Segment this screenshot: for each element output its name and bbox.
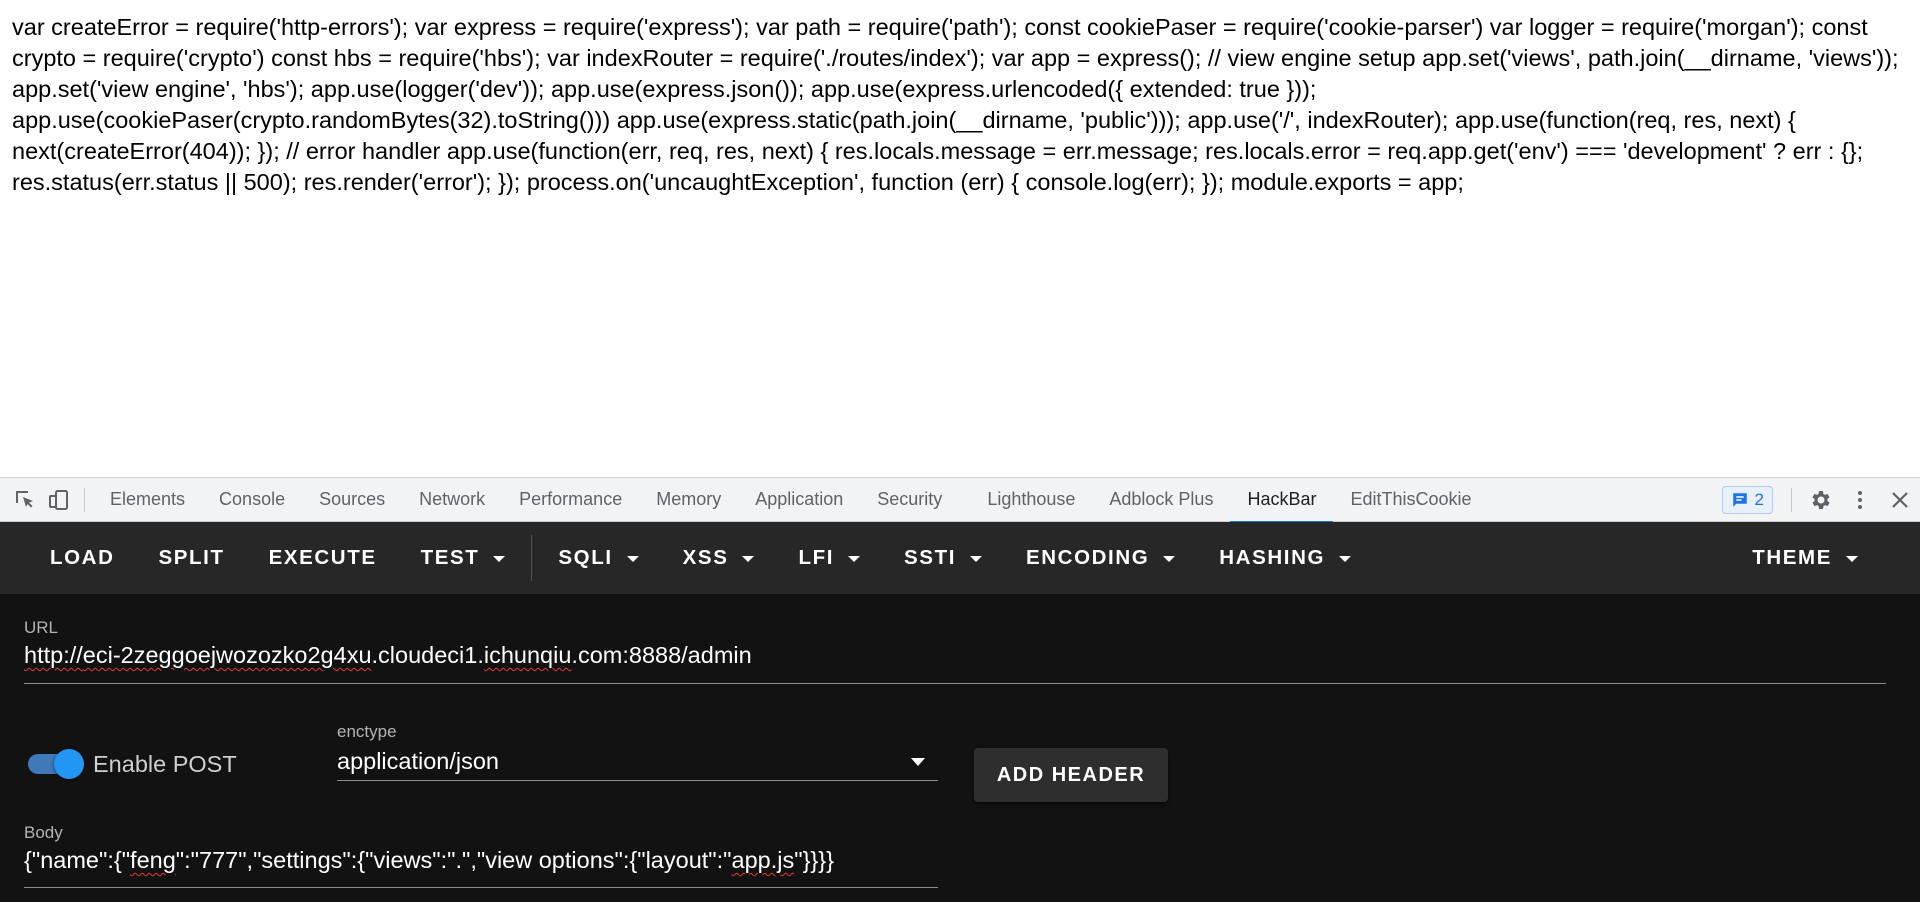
url-host-part: ichunqiu — [483, 642, 572, 668]
split-button[interactable]: SPLIT — [136, 522, 246, 594]
encoding-label: ENCODING — [1026, 546, 1150, 569]
sqli-menu-button[interactable]: SQLI — [536, 522, 660, 594]
lfi-menu-button[interactable]: LFI — [776, 522, 882, 594]
hackbar-toolbar: LOAD SPLIT EXECUTE TEST SQLI XSS LFI SST… — [0, 522, 1920, 594]
close-icon[interactable] — [1880, 478, 1920, 522]
add-header-button[interactable]: ADD HEADER — [974, 748, 1168, 802]
tab-performance[interactable]: Performance — [502, 478, 639, 522]
url-host-part: .cloudeci1. — [371, 642, 484, 668]
body-input[interactable]: {"name":{"feng":"777","settings":{"views… — [24, 847, 834, 874]
xss-menu-button[interactable]: XSS — [661, 522, 777, 594]
url-input[interactable]: http://eci-2zeggoejwozozko2g4xu.cloudeci… — [24, 642, 752, 669]
caret-down-icon — [1339, 556, 1352, 562]
load-button[interactable]: LOAD — [28, 522, 136, 594]
hackbar-panel: URL http://eci-2zeggoejwozozko2g4xu.clou… — [0, 594, 1920, 902]
tab-memory[interactable]: Memory — [639, 478, 738, 522]
caret-down-icon — [848, 556, 861, 562]
body-part: feng — [130, 847, 176, 873]
tab-hackbar[interactable]: HackBar — [1230, 478, 1334, 523]
source-code-text: var createError = require('http-errors')… — [12, 14, 1899, 195]
toolbar-divider — [84, 487, 85, 512]
theme-label: THEME — [1752, 546, 1832, 569]
url-input-underline — [24, 683, 1886, 684]
url-host-part: .com:8888/admin — [571, 642, 752, 668]
devtools-tabs: Elements Console Sources Network Perform… — [93, 478, 1489, 523]
inspect-element-icon[interactable] — [8, 478, 42, 522]
encoding-menu-button[interactable]: ENCODING — [1004, 522, 1197, 594]
toolbar-divider — [531, 535, 533, 581]
url-host-part: eci-2zeggoejwozozko2g4xu — [82, 642, 372, 668]
gear-icon[interactable] — [1800, 478, 1840, 522]
devtools-tab-bar: Elements Console Sources Network Perform… — [0, 477, 1920, 523]
caret-down-icon — [742, 556, 755, 562]
theme-menu-button[interactable]: THEME — [1730, 522, 1880, 594]
ssti-menu-button[interactable]: SSTI — [882, 522, 1004, 594]
test-menu-button[interactable]: TEST — [399, 522, 528, 594]
body-part: {"name":{" — [24, 847, 131, 873]
enable-post-toggle[interactable] — [26, 748, 84, 779]
test-label: TEST — [420, 546, 480, 569]
tab-application[interactable]: Application — [738, 478, 860, 522]
tab-network[interactable]: Network — [402, 478, 502, 522]
body-part: ":"777","settings":{"views":".","view op… — [175, 847, 732, 873]
execute-label: EXECUTE — [268, 546, 377, 569]
caret-down-icon — [970, 556, 982, 562]
message-icon — [1732, 492, 1747, 507]
sqli-label: SQLI — [558, 546, 613, 569]
body-input-underline — [24, 887, 938, 888]
enctype-label: enctype — [337, 722, 397, 741]
enctype-underline — [337, 780, 938, 781]
toolbar-divider — [1791, 487, 1792, 512]
xss-label: XSS — [682, 546, 729, 569]
hashing-label: HASHING — [1219, 546, 1326, 569]
hashing-menu-button[interactable]: HASHING — [1197, 522, 1373, 594]
caret-down-icon — [1163, 556, 1176, 562]
url-prefix: http:// — [24, 642, 83, 668]
issues-count: 2 — [1754, 489, 1764, 509]
body-part: app.js — [731, 847, 795, 873]
tab-lighthouse[interactable]: Lighthouse — [970, 478, 1092, 522]
issues-badge[interactable]: 2 — [1721, 485, 1773, 514]
execute-button[interactable]: EXECUTE — [247, 522, 399, 594]
chevron-down-icon[interactable] — [911, 758, 925, 766]
body-part: "}}}} — [794, 847, 834, 873]
enable-post-label: Enable POST — [93, 751, 237, 777]
url-label: URL — [24, 618, 59, 637]
tab-sources[interactable]: Sources — [302, 478, 402, 522]
caret-down-icon — [626, 556, 639, 562]
tab-security[interactable]: Security — [860, 478, 970, 522]
lfi-label: LFI — [798, 546, 835, 569]
more-vertical-icon[interactable] — [1840, 478, 1880, 522]
caret-down-icon — [493, 556, 506, 562]
tab-console[interactable]: Console — [202, 478, 302, 522]
load-label: LOAD — [50, 546, 115, 569]
caret-down-icon — [1846, 556, 1858, 562]
page-content: var createError = require('http-errors')… — [0, 0, 1920, 477]
body-label: Body — [24, 823, 63, 842]
tab-adblock-plus[interactable]: Adblock Plus — [1092, 478, 1230, 522]
tab-editthiscookie[interactable]: EditThisCookie — [1333, 478, 1488, 522]
tab-elements[interactable]: Elements — [93, 478, 202, 522]
devtools-right-controls: 2 — [1721, 478, 1920, 522]
toggle-knob — [54, 749, 84, 779]
split-label: SPLIT — [158, 546, 225, 569]
enctype-select[interactable]: application/json — [337, 748, 499, 775]
ssti-label: SSTI — [904, 546, 956, 569]
device-toolbar-icon[interactable] — [42, 478, 76, 522]
